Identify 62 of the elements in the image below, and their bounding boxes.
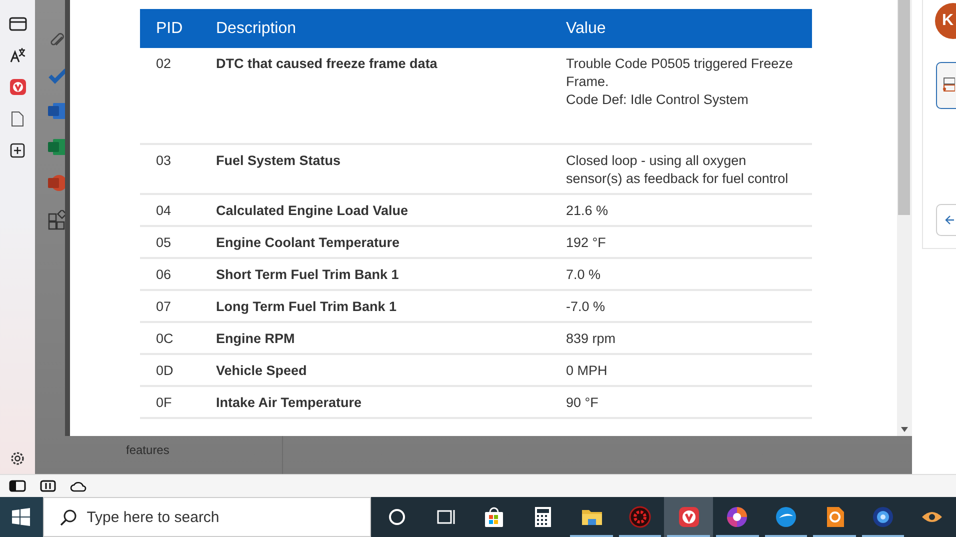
search-placeholder: Type here to search: [86, 508, 220, 526]
table-cell: Calculated Engine Load Value: [216, 194, 566, 226]
gear-app-icon: [629, 506, 652, 528]
settings-icon[interactable]: [10, 451, 25, 466]
table-cell: 06: [140, 258, 216, 290]
table-cell: 90 °F: [566, 386, 812, 418]
column-header: Description: [216, 9, 566, 48]
table-cell: Long Term Fuel Trim Bank 1: [216, 290, 566, 322]
table-cell: 04: [140, 194, 216, 226]
page-icon[interactable]: [11, 111, 24, 127]
table-cell: 03: [140, 144, 216, 194]
taskbar-button[interactable]: [664, 497, 714, 537]
checkmark-icon[interactable]: [48, 68, 68, 84]
table-cell: 0D: [140, 354, 216, 386]
promo-text: features: [126, 443, 170, 457]
avatar[interactable]: K: [935, 3, 956, 39]
globe-icon: [872, 506, 894, 528]
table-cell: 05: [140, 226, 216, 258]
table-cell: DTC that caused freeze frame data: [216, 48, 566, 144]
table-cell: Closed loop - using all oxygen sensor(s) as feedback for fuel control: [566, 144, 812, 194]
printer-icon: [943, 77, 955, 93]
table-cell: 21.6 %: [566, 194, 812, 226]
shopping-bag-icon: [483, 506, 506, 528]
vivaldi-icon[interactable]: [10, 79, 26, 95]
presentation-icon[interactable]: [48, 174, 68, 192]
scroll-down-icon[interactable]: [901, 427, 908, 432]
table-cell: Engine Coolant Temperature: [216, 226, 566, 258]
scrollbar-thumb[interactable]: [898, 0, 910, 215]
plus-box-icon[interactable]: [10, 143, 25, 158]
windows-logo-icon: [12, 508, 30, 526]
document-icon[interactable]: [48, 102, 68, 120]
table-cell: Short Term Fuel Trim Bank 1: [216, 258, 566, 290]
table-cell: 839 rpm: [566, 322, 812, 354]
table-cell: 192 °F: [566, 226, 812, 258]
table-cell: Fuel System Status: [216, 144, 566, 194]
table-cell: 0F: [140, 386, 216, 418]
apps-icon[interactable]: [48, 210, 68, 230]
panel-toggle-icon[interactable]: [9, 480, 26, 492]
table-cell: 7.0 %: [566, 258, 812, 290]
table-cell: 0 MPH: [566, 354, 812, 386]
table-cell: Engine RPM: [216, 322, 566, 354]
vivaldi-icon: [678, 506, 700, 528]
column-header: Value: [566, 9, 812, 48]
column-header: PID: [140, 9, 216, 48]
table-cell: Intake Air Temperature: [216, 386, 566, 418]
table-cell: Trouble Code P0505 triggered Freeze Frame. Code Def: Idle Control System: [566, 48, 812, 144]
panel-icon[interactable]: [8, 17, 26, 31]
table-cell: 0C: [140, 322, 216, 354]
start-button[interactable]: [0, 497, 43, 537]
table-cell: Vehicle Speed: [216, 354, 566, 386]
tiling-icon[interactable]: [40, 480, 56, 492]
table-cell: -7.0 %: [566, 290, 812, 322]
spreadsheet-icon[interactable]: [48, 138, 68, 156]
back-arrow-icon: [945, 215, 955, 225]
table-cell: 02: [140, 48, 216, 144]
bird-app-icon: [774, 506, 797, 528]
translate-icon[interactable]: [10, 47, 26, 63]
search-icon: [60, 508, 77, 526]
table-cell: 07: [140, 290, 216, 322]
swirl-icon: [726, 506, 748, 528]
cloud-icon[interactable]: [70, 480, 87, 492]
search-field[interactable]: Type here to search: [42, 497, 371, 537]
